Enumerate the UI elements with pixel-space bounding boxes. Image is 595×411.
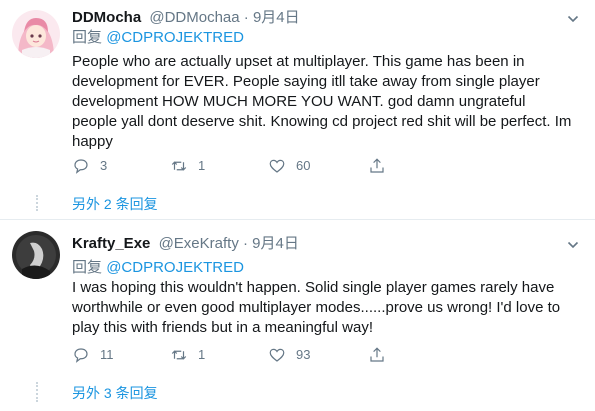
separator-dot: ·	[243, 235, 248, 252]
user-handle[interactable]: @DDMochaa	[149, 9, 239, 26]
like-button[interactable]: 93	[268, 345, 310, 365]
display-name[interactable]: Krafty_Exe	[72, 235, 150, 252]
reply-mention-link[interactable]: @CDPROJEKTRED	[106, 29, 244, 46]
retweet-count: 1	[198, 158, 206, 173]
user-handle[interactable]: @ExeKrafty	[159, 235, 239, 252]
retweet-icon	[171, 161, 187, 171]
tweet-header: Krafty_Exe @ExeKrafty · 9月4日	[72, 234, 299, 254]
share-button[interactable]	[368, 156, 396, 176]
reply-count: 3	[100, 158, 108, 173]
retweet-button[interactable]: 1	[170, 156, 205, 176]
reply-button[interactable]: 11	[72, 345, 114, 365]
reply-prefix: 回复	[72, 259, 103, 276]
more-replies-link[interactable]: 另外 3 条回复	[72, 383, 158, 403]
anime-avatar-icon	[12, 10, 60, 58]
reply-button[interactable]: 3	[72, 156, 107, 176]
more-replies-link[interactable]: 另外 2 条回复	[72, 194, 158, 214]
tweet-divider	[0, 219, 595, 220]
retweet-count: 1	[198, 347, 206, 362]
display-name[interactable]: DDMocha	[72, 9, 141, 26]
heart-icon	[269, 159, 285, 173]
heart-icon	[269, 348, 285, 362]
avatar[interactable]	[12, 231, 60, 279]
retweet-icon	[171, 350, 187, 360]
reply-icon	[74, 159, 88, 174]
chevron-down-icon[interactable]	[567, 238, 579, 250]
thread-line	[36, 195, 38, 211]
like-button[interactable]: 60	[268, 156, 310, 176]
timeline: DDMocha @DDMochaa · 9月4日 回复 @CDPROJEKTRE…	[0, 0, 595, 411]
avatar[interactable]	[12, 10, 60, 58]
tweet[interactable]: DDMocha @DDMochaa · 9月4日 回复 @CDPROJEKTRE…	[0, 0, 595, 212]
tweet-header: DDMocha @DDMochaa · 9月4日	[72, 8, 300, 28]
like-count: 60	[296, 158, 311, 173]
share-icon	[370, 347, 384, 362]
share-button[interactable]	[368, 345, 396, 365]
share-icon	[370, 158, 384, 173]
chevron-down-icon[interactable]	[567, 12, 579, 24]
reply-context: 回复 @CDPROJEKTRED	[72, 258, 244, 278]
reply-context: 回复 @CDPROJEKTRED	[72, 28, 244, 48]
reply-prefix: 回复	[72, 29, 103, 46]
reply-icon	[74, 348, 88, 363]
retweet-button[interactable]: 1	[170, 345, 205, 365]
reply-mention-link[interactable]: @CDPROJEKTRED	[106, 259, 244, 276]
reply-count: 11	[100, 347, 114, 362]
tweet-date[interactable]: 9月4日	[252, 235, 299, 252]
tweet-text: People who are actually upset at multipl…	[72, 53, 572, 150]
separator-dot: ·	[243, 9, 249, 26]
tweet-text: I was hoping this wouldn't happen. Solid…	[72, 279, 561, 336]
like-count: 93	[296, 347, 311, 362]
thread-line	[36, 382, 38, 402]
tweet-date[interactable]: 9月4日	[253, 9, 300, 26]
dark-avatar-icon	[12, 231, 60, 279]
